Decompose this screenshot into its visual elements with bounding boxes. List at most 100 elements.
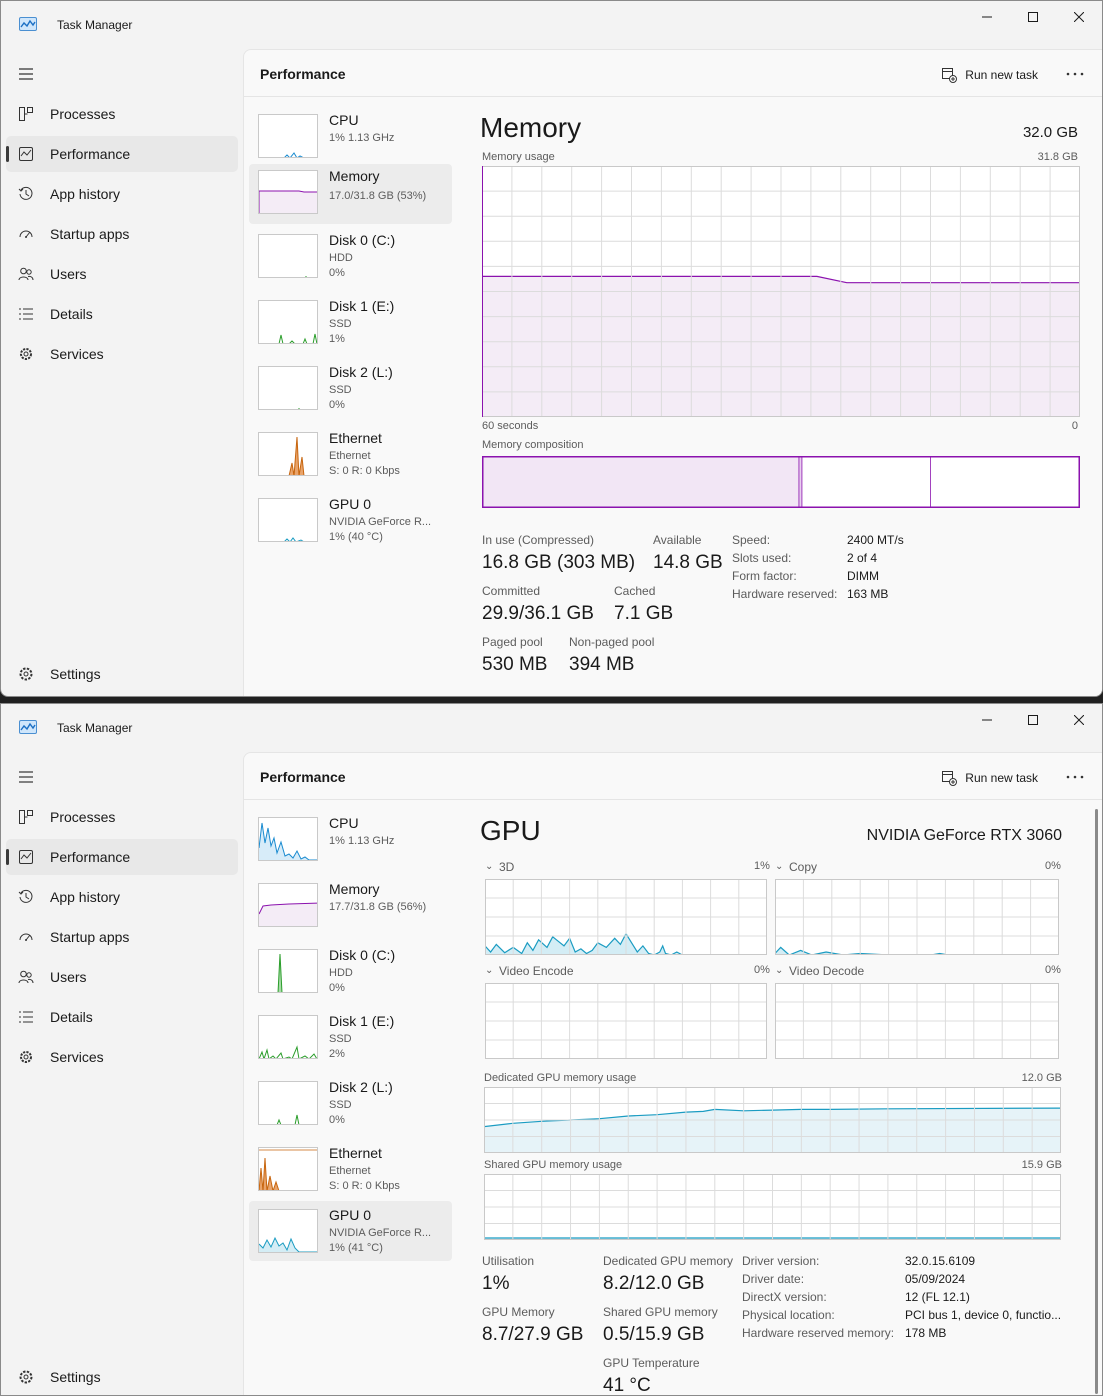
spec-value: DIMM [847,569,879,583]
available-value: 14.8 GB [653,552,723,573]
resource-cpu[interactable]: CPU 1% 1.13 GHz [249,811,452,871]
nav-label: Performance [50,849,131,865]
nav-item-processes[interactable]: Processes [6,799,238,835]
paged-pool-value: 530 MB [482,654,548,675]
chevron-down-icon[interactable]: ⌄ [485,965,493,976]
spec-key: Form factor: [732,569,797,583]
nav-item-processes[interactable]: Processes [6,96,238,132]
app-history-icon [18,889,33,903]
nav-label: Details [50,1009,93,1025]
page-title: Performance [260,769,346,785]
resource-detail: 0% [329,982,345,994]
run-new-task-button[interactable]: Run new task [941,67,1038,83]
more-dots-icon [1066,775,1084,779]
minimize-button[interactable] [964,704,1010,736]
resource-name: Ethernet [329,1145,382,1161]
maximize-button[interactable] [1010,1,1056,33]
nav-item-services[interactable]: Services [6,1039,238,1075]
memory-usage-max: 31.8 GB [1037,151,1078,163]
resource-ethernet[interactable]: Ethernet Ethernet S: 0 R: 0 Kbps [249,426,452,486]
resource-name: Disk 2 (L:) [329,364,393,380]
nav-item-settings[interactable]: Settings [6,656,238,692]
task-manager-app-icon [19,17,37,31]
spec-value: 05/09/2024 [905,1272,966,1286]
dedicated-memory-label: Dedicated GPU memory usage [484,1072,637,1084]
panel-header: Performance Run new task [244,753,1102,800]
resource-disk-2[interactable]: Disk 2 (L:) SSD 0% [249,1075,452,1135]
nav-label: Users [50,266,87,282]
close-icon [1074,12,1084,22]
dedicated-memory-max: 12.0 GB [1021,1072,1062,1084]
resource-name: Memory [329,881,380,897]
nav-item-details[interactable]: Details [6,999,238,1035]
nav-item-users[interactable]: Users [6,256,238,292]
resource-disk-1[interactable]: Disk 1 (E:) SSD 1% [249,294,452,354]
run-new-task-button[interactable]: Run new task [941,770,1038,786]
resource-name: Ethernet [329,430,382,446]
engine-name[interactable]: Copy [789,860,817,874]
spec-key: Speed: [732,533,771,547]
page-title: Performance [260,66,346,82]
nav-item-performance[interactable]: Performance [6,839,238,875]
maximize-icon [1028,715,1038,725]
disk2-thumbnail-graph [258,1081,318,1125]
shared-gpu-memory-graph [484,1174,1061,1240]
resource-detail: 0% [329,267,345,279]
title-bar[interactable]: Task Manager [1,704,1102,752]
spec-key: Hardware reserved memory: [742,1326,895,1340]
gpu-3d-graph [485,879,767,955]
nav-item-performance[interactable]: Performance [6,136,238,172]
resource-disk-0[interactable]: Disk 0 (C:) HDD 0% [249,943,452,1003]
nav-item-settings[interactable]: Settings [6,1359,238,1395]
engine-name[interactable]: Video Decode [789,964,864,978]
engine-name[interactable]: 3D [499,860,514,874]
chevron-down-icon[interactable]: ⌄ [775,861,783,872]
memory-composition-bar [482,456,1080,508]
scrollbar[interactable] [1095,809,1098,1394]
maximize-button[interactable] [1010,704,1056,736]
memory-composition-label: Memory composition [482,439,584,451]
chevron-down-icon[interactable]: ⌄ [485,861,493,872]
title-bar[interactable]: Task Manager [1,1,1102,49]
nav-item-details[interactable]: Details [6,296,238,332]
resource-memory[interactable]: Memory 17.0/31.8 GB (53%) [249,164,452,224]
resource-disk-1[interactable]: Disk 1 (E:) SSD 2% [249,1009,452,1069]
resource-ethernet[interactable]: Ethernet Ethernet S: 0 R: 0 Kbps [249,1141,452,1201]
memory-thumbnail-graph [258,170,318,214]
run-new-task-label: Run new task [965,771,1038,785]
resource-gpu-0[interactable]: GPU 0 NVIDIA GeForce R... 1% (41 °C) [249,1201,452,1261]
more-options-button[interactable] [1066,769,1084,783]
hamburger-menu-icon[interactable] [17,770,35,784]
resource-name: Disk 0 (C:) [329,947,396,963]
ethernet-thumbnail-graph [258,432,318,476]
gpu-thumbnail-graph [258,1209,318,1253]
resource-cpu[interactable]: CPU 1% 1.13 GHz [249,108,452,168]
resource-name: Disk 1 (E:) [329,298,395,314]
close-button[interactable] [1056,704,1102,736]
nav-item-startup-apps[interactable]: Startup apps [6,216,238,252]
nav-item-startup-apps[interactable]: Startup apps [6,919,238,955]
nav-item-users[interactable]: Users [6,959,238,995]
task-manager-window-memory: Task Manager Processes Performance App h… [0,0,1103,697]
spec-value: 32.0.15.6109 [905,1254,976,1268]
nav-item-services[interactable]: Services [6,336,238,372]
minimize-button[interactable] [964,1,1010,33]
resource-gpu-0[interactable]: GPU 0 NVIDIA GeForce R... 1% (40 °C) [249,492,452,552]
users-icon [18,267,34,281]
resource-memory[interactable]: Memory 17.7/31.8 GB (56%) [249,877,452,937]
hamburger-menu-icon[interactable] [17,67,35,81]
resource-detail: NVIDIA GeForce R... [329,516,432,528]
close-button[interactable] [1056,1,1102,33]
engine-name[interactable]: Video Encode [499,964,574,978]
details-icon [19,308,33,320]
nav-item-app-history[interactable]: App history [6,879,238,915]
disk1-thumbnail-graph [258,300,318,344]
resource-disk-0[interactable]: Disk 0 (C:) HDD 0% [249,228,452,288]
gpu-video-decode-graph [775,983,1059,1059]
nav-item-app-history[interactable]: App history [6,176,238,212]
resource-disk-2[interactable]: Disk 2 (L:) SSD 0% [249,360,452,420]
nav-label: Settings [50,1369,101,1385]
chevron-down-icon[interactable]: ⌄ [775,965,783,976]
more-options-button[interactable] [1066,66,1084,80]
app-title: Task Manager [57,721,133,735]
